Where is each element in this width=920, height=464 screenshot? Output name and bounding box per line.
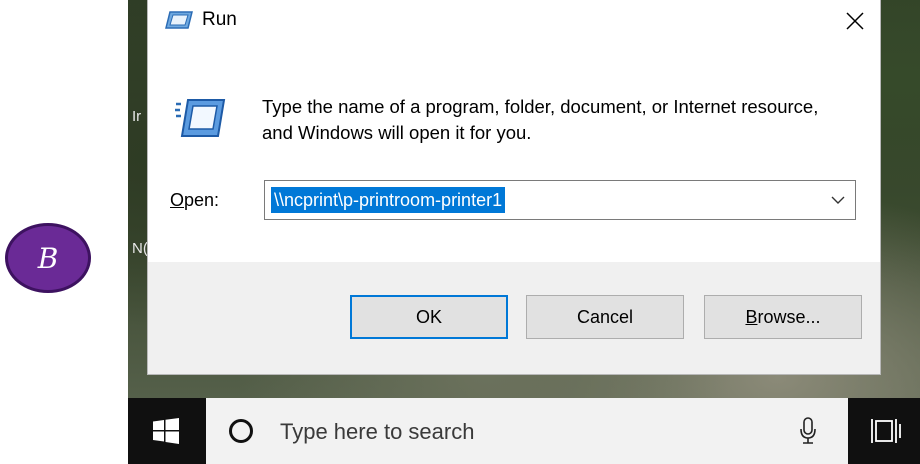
open-label-text: pen: bbox=[184, 190, 220, 210]
browse-button[interactable]: Browse... bbox=[704, 295, 862, 339]
open-combobox[interactable]: \\ncprint\p-printroom-printer1 bbox=[264, 180, 856, 220]
close-button[interactable] bbox=[830, 0, 880, 42]
badge-letter: B bbox=[37, 241, 59, 275]
close-icon bbox=[846, 12, 864, 30]
run-icon bbox=[165, 11, 193, 29]
combobox-dropdown-button[interactable] bbox=[821, 181, 855, 219]
title-bar[interactable]: Run bbox=[148, 0, 880, 42]
dialog-title: Run bbox=[202, 9, 237, 30]
browse-accelerator: B bbox=[745, 306, 758, 327]
open-input-value[interactable]: \\ncprint\p-printroom-printer1 bbox=[271, 187, 506, 213]
browse-label: rowse... bbox=[757, 306, 821, 327]
open-label: Open: bbox=[170, 190, 219, 211]
chevron-down-icon bbox=[831, 196, 845, 204]
desktop-fragment: N( bbox=[132, 240, 148, 257]
desktop-fragment: Ir bbox=[132, 108, 142, 125]
search-placeholder: Type here to search bbox=[280, 419, 475, 444]
dialog-description: Type the name of a program, folder, docu… bbox=[262, 96, 819, 143]
taskbar: Type here to search bbox=[128, 398, 920, 464]
run-program-icon bbox=[175, 99, 226, 137]
cortana-circle-icon bbox=[229, 419, 253, 443]
ok-button[interactable]: OK bbox=[350, 295, 508, 339]
cancel-button[interactable]: Cancel bbox=[526, 295, 684, 339]
annotation-badge: B bbox=[5, 223, 91, 293]
task-view-icon[interactable] bbox=[870, 416, 906, 446]
microphone-icon[interactable] bbox=[798, 416, 818, 446]
open-label-accelerator: O bbox=[170, 190, 185, 210]
run-dialog: Run Type the name of a program, folder, … bbox=[148, 0, 880, 374]
start-button[interactable] bbox=[128, 398, 204, 464]
taskbar-search-box[interactable]: Type here to search bbox=[206, 398, 848, 464]
windows-start-icon bbox=[153, 418, 179, 444]
